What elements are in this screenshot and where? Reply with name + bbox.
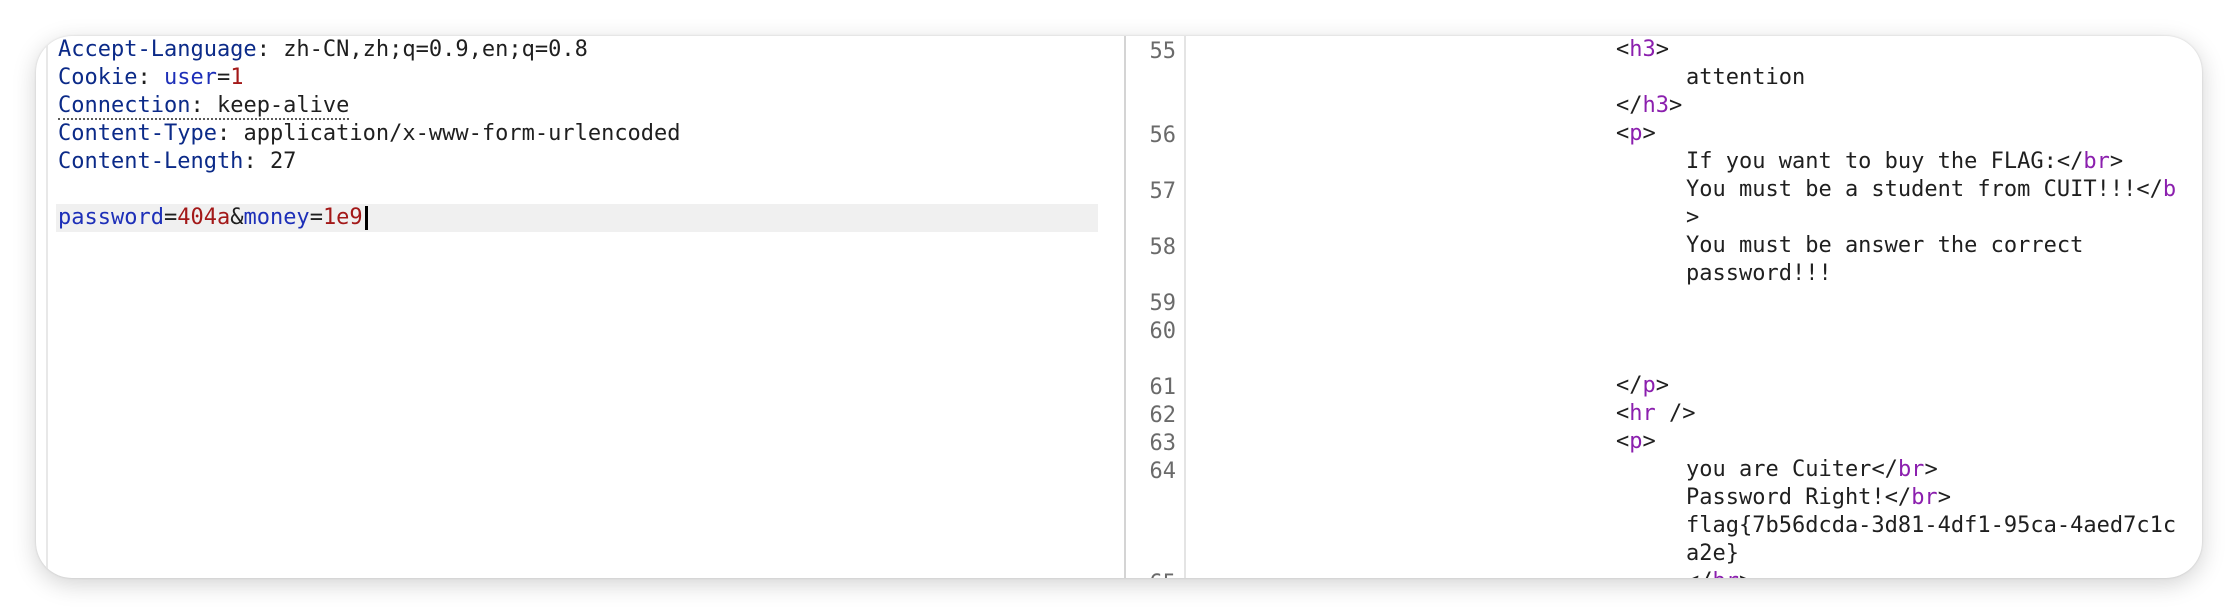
header-line: Cookie: user=1 bbox=[58, 65, 244, 90]
cookie-value: 1 bbox=[230, 65, 244, 90]
flag-text: a2e} bbox=[1686, 541, 1739, 566]
line-number: 55 bbox=[1149, 39, 1177, 64]
line-number: 61 bbox=[1149, 375, 1177, 400]
html-tag: hr bbox=[1629, 401, 1656, 426]
line-number: 64 bbox=[1149, 459, 1177, 484]
html-tag: p bbox=[1629, 121, 1643, 146]
header-value: keep-alive bbox=[216, 93, 350, 118]
body-param-name: password bbox=[58, 205, 164, 230]
code-text: Password Right! bbox=[1686, 485, 1885, 510]
connection-header[interactable]: Connection: keep-alive bbox=[58, 93, 350, 120]
code-row: 56 <p> If you want to buy the FLAG:</br> bbox=[1126, 120, 2202, 176]
request-text[interactable]: Accept-Language: zh-CN,zh;q=0.9,en;q=0.8… bbox=[56, 36, 1124, 232]
code-text: > bbox=[1686, 205, 1700, 230]
http-message-viewer: Accept-Language: zh-CN,zh;q=0.9,en;q=0.8… bbox=[36, 36, 2202, 578]
header-name: Connection bbox=[58, 93, 191, 118]
body-param-value: 1e9 bbox=[322, 205, 363, 230]
code-row: 58 You must be answer the correct passwo… bbox=[1126, 232, 2202, 288]
html-tag: br bbox=[1713, 569, 1740, 578]
code-text: If you want to buy the FLAG: bbox=[1686, 149, 2057, 174]
line-number: 57 bbox=[1149, 179, 1177, 204]
header-line: Accept-Language: zh-CN,zh;q=0.9,en;q=0.8 bbox=[58, 37, 588, 62]
line-number: 63 bbox=[1149, 431, 1177, 456]
line-number: 58 bbox=[1149, 235, 1177, 260]
html-tag: br bbox=[1911, 485, 1938, 510]
html-tag: br bbox=[1897, 457, 1925, 482]
response-text[interactable]: 55 <h3> attention </h3> 56 <p> If you wa… bbox=[1126, 36, 2202, 578]
code-text: You must be a student from CUIT!!!</ bbox=[1686, 177, 2163, 202]
code-text: attention bbox=[1686, 65, 1806, 90]
html-tag: p bbox=[1629, 429, 1643, 454]
response-viewer[interactable]: 55 <h3> attention </h3> 56 <p> If you wa… bbox=[1126, 36, 2202, 578]
code-row: 62 <hr /> bbox=[1126, 400, 2202, 428]
code-row: 65 </br> bbox=[1126, 568, 2202, 578]
header-name: Cookie bbox=[58, 65, 138, 90]
header-value: 27 bbox=[269, 149, 297, 174]
code-row: 59 bbox=[1126, 288, 2202, 316]
header-name: Content-Length bbox=[58, 149, 244, 174]
body-param-name: money bbox=[243, 205, 310, 230]
line-number: 62 bbox=[1149, 403, 1177, 428]
code-row: 60 bbox=[1126, 316, 2202, 372]
code-text: you are Cuiter bbox=[1686, 457, 1872, 482]
code-row: 57 You must be a student from CUIT!!!</b… bbox=[1126, 176, 2202, 232]
header-name: Accept-Language bbox=[58, 37, 257, 62]
html-tag: h3 bbox=[1642, 93, 1670, 118]
header-line: Connection: keep-alive bbox=[58, 92, 1124, 120]
header-line: Content-Length: 27 bbox=[58, 149, 297, 174]
line-number: 60 bbox=[1149, 319, 1177, 344]
html-tag: h3 bbox=[1629, 37, 1656, 62]
code-text: You must be answer the correct bbox=[1686, 233, 2084, 258]
html-tag: br bbox=[2083, 149, 2110, 174]
request-body-line[interactable]: password=404a&money=1e9 bbox=[56, 204, 1098, 232]
html-tag: p bbox=[1642, 373, 1656, 398]
flag-text: flag{7b56dcda-3d81-4df1-95ca-4aed7c1c bbox=[1686, 513, 2177, 538]
request-gutter bbox=[46, 36, 48, 578]
line-number: 56 bbox=[1149, 123, 1177, 148]
header-line: Content-Type: application/x-www-form-url… bbox=[58, 121, 681, 146]
code-row: 63 <p> bbox=[1126, 428, 2202, 456]
html-tag: b bbox=[2162, 177, 2177, 202]
line-number: 65 bbox=[1126, 570, 1177, 578]
code-row: 61 </p> bbox=[1126, 372, 2202, 400]
header-value: zh-CN,zh;q=0.9,en;q=0.8 bbox=[283, 37, 588, 62]
header-value: application/x-www-form-urlencoded bbox=[243, 121, 681, 146]
header-name: Content-Type bbox=[58, 121, 217, 146]
code-row: 55 <h3> attention </h3> bbox=[1126, 36, 2202, 120]
body-param-value: 404a bbox=[177, 205, 231, 230]
cookie-key: user bbox=[163, 65, 217, 90]
code-row: 64 you are Cuiter</br> Password Right!</… bbox=[1126, 456, 2202, 568]
code-text: password!!! bbox=[1686, 261, 1832, 286]
ampersand: & bbox=[230, 205, 244, 230]
text-caret bbox=[364, 206, 368, 230]
request-editor[interactable]: Accept-Language: zh-CN,zh;q=0.9,en;q=0.8… bbox=[36, 36, 1126, 578]
line-number: 59 bbox=[1149, 291, 1177, 316]
